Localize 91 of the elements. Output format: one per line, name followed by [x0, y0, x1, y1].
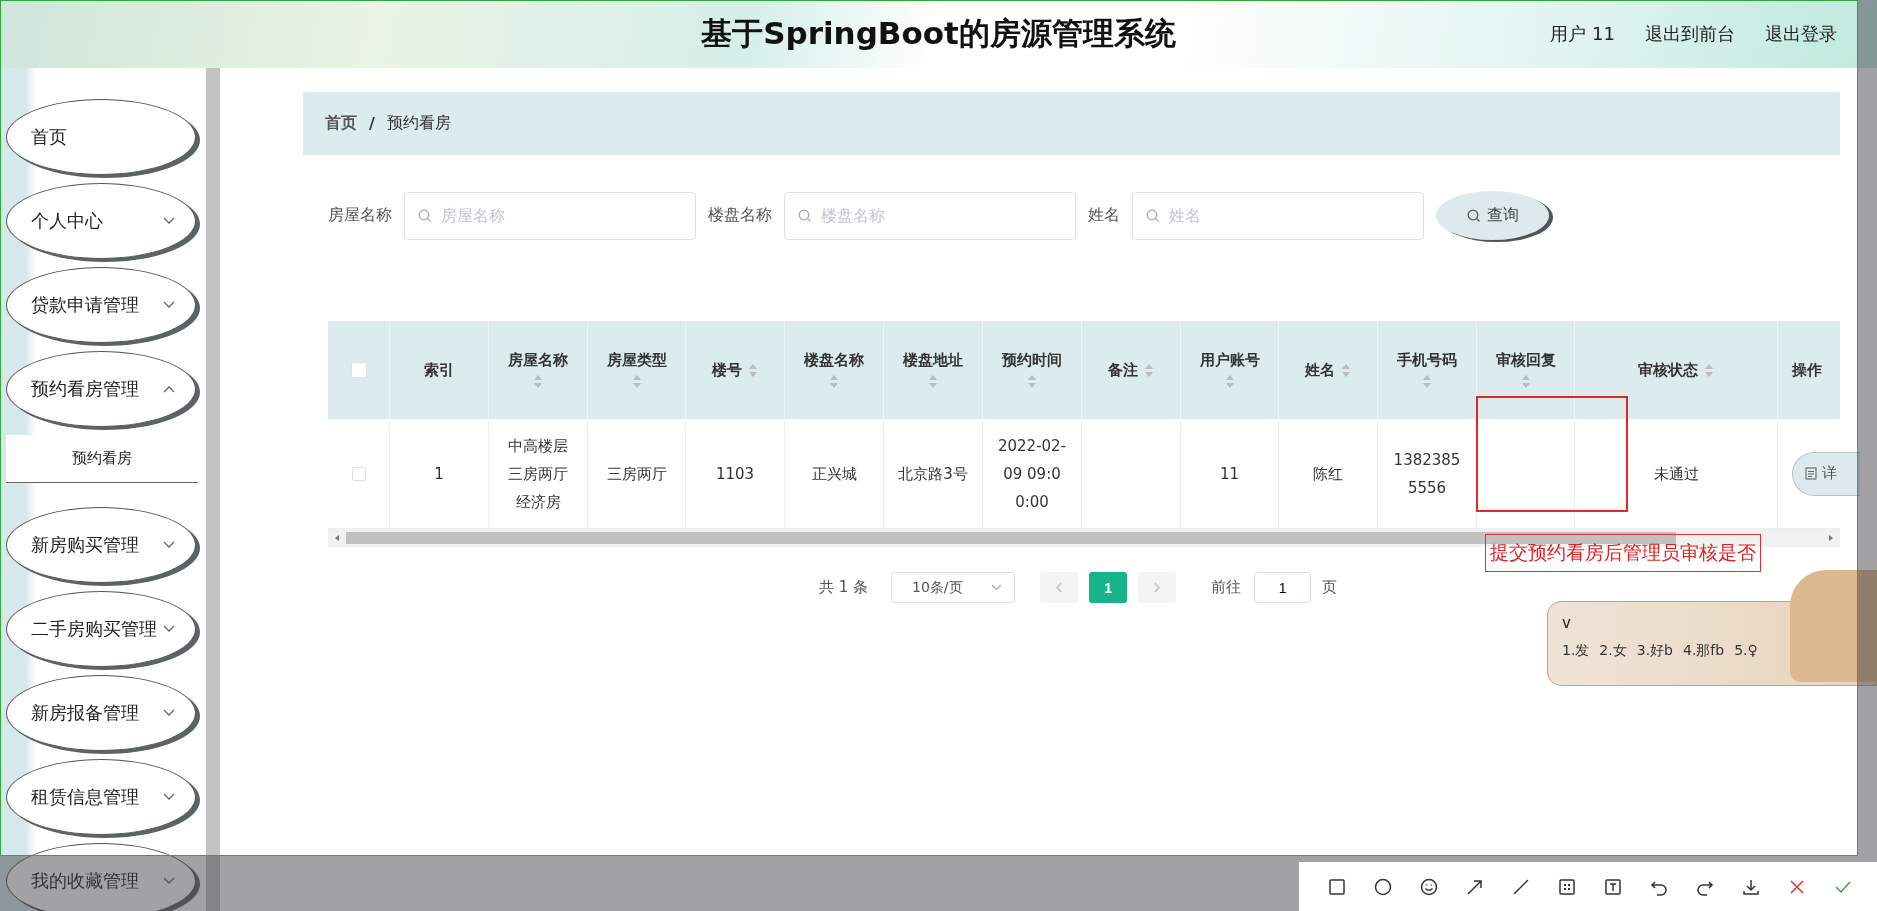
field-label: 姓名 — [1088, 205, 1120, 226]
column-header[interactable]: 手机号码 — [1397, 351, 1457, 370]
column-header[interactable]: 用户账号 — [1199, 351, 1260, 370]
ime-candidate[interactable]: 5.♀ — [1734, 642, 1758, 660]
submenu-item[interactable]: 预约看房 — [6, 435, 198, 483]
query-button[interactable]: 查询 — [1436, 191, 1549, 240]
search-icon — [1146, 208, 1160, 223]
table-cell-text: 11 — [1219, 463, 1240, 485]
circle-icon[interactable] — [1373, 876, 1393, 897]
page-unit-label: 页 — [1322, 578, 1338, 597]
column-header[interactable]: 备注 — [1108, 360, 1138, 380]
sort-icon[interactable] — [1027, 374, 1037, 389]
column-header: 操作 — [1792, 360, 1822, 380]
ime-candidate[interactable]: 3.好b — [1636, 642, 1673, 660]
text-icon[interactable] — [1603, 876, 1623, 897]
search-icon — [798, 208, 812, 223]
line-icon[interactable] — [1511, 876, 1531, 897]
sort-icon[interactable] — [829, 374, 839, 389]
header-link[interactable]: 用户 11 — [1550, 22, 1615, 46]
annotation-text: 提交预约看房后管理员审核是否 — [1485, 534, 1761, 572]
sort-icon[interactable] — [1422, 374, 1432, 389]
menu-item[interactable]: 新房报备管理 — [6, 675, 196, 751]
goto-page-field[interactable]: 1 — [1254, 572, 1312, 603]
sort-icon[interactable] — [533, 374, 543, 389]
ime-input-text: v — [1562, 614, 1572, 632]
table-cell-text: 未通过 — [1653, 463, 1699, 485]
column-header[interactable]: 姓名 — [1305, 360, 1335, 380]
sort-icon[interactable] — [1224, 374, 1235, 389]
table-cell-text: 北京路3号 — [898, 463, 968, 485]
table-cell-text: 13823855556 — [1392, 449, 1462, 499]
column-header[interactable]: 房屋名称 — [508, 351, 568, 370]
site-title: 基于SpringBoot的房源管理系统 — [701, 14, 1176, 53]
column-header[interactable]: 楼盘地址 — [903, 351, 963, 370]
field-label: 楼盘名称 — [708, 205, 772, 226]
column-header[interactable]: 预约时间 — [1002, 351, 1062, 370]
header-link[interactable]: 退出登录 — [1765, 22, 1837, 46]
table-cell-text: 三房两厅 — [606, 463, 667, 485]
column-header[interactable]: 房屋类型 — [606, 351, 667, 370]
sidebar-scrollbar[interactable] — [206, 68, 220, 911]
sort-icon[interactable] — [748, 362, 758, 378]
menu-item[interactable]: 二手房购买管理 — [6, 591, 196, 667]
search-field[interactable]: 房屋名称 — [404, 191, 696, 240]
smiley-icon[interactable] — [1419, 876, 1439, 897]
field-label: 房屋名称 — [328, 205, 392, 226]
menu-item[interactable]: 首页 — [6, 99, 196, 175]
column-header[interactable]: 楼盘名称 — [804, 351, 864, 370]
ime-candidate[interactable]: 2.女 — [1599, 642, 1627, 660]
search-field[interactable]: 姓名 — [1132, 191, 1424, 240]
table-cell-text: 1103 — [715, 463, 755, 485]
search-icon — [418, 208, 432, 223]
column-header[interactable]: 楼号 — [712, 360, 742, 380]
breadcrumb-item: 预约看房 — [386, 113, 451, 134]
menu-item[interactable]: 预约看房管理 — [6, 351, 196, 427]
sort-icon[interactable] — [1144, 362, 1154, 378]
menu-item[interactable]: 个人中心 — [6, 183, 196, 259]
chevron-icon — [991, 584, 1003, 591]
menu-item[interactable]: 贷款申请管理 — [6, 267, 196, 343]
table-cell-text: 陈红 — [1313, 463, 1343, 485]
document-icon — [1805, 467, 1817, 480]
row-checkbox[interactable] — [351, 466, 366, 481]
ime-candidate[interactable]: 4.那fb — [1682, 642, 1725, 660]
page-size-select[interactable]: 10条/页 — [891, 572, 1016, 603]
breadcrumb-separator: / — [369, 114, 375, 133]
column-header: 索引 — [424, 360, 454, 380]
ime-candidate[interactable]: 1.发 — [1562, 642, 1590, 660]
mosaic-icon[interactable] — [1557, 876, 1577, 897]
menu-item[interactable]: 我的收藏管理 — [6, 843, 196, 911]
table-cell-text: 1 — [434, 463, 444, 485]
next-page-icon[interactable] — [1138, 572, 1177, 603]
sort-icon[interactable] — [1520, 374, 1531, 389]
search-field[interactable]: 楼盘名称 — [784, 191, 1076, 240]
breadcrumb-item[interactable]: 首页 — [325, 113, 357, 134]
sort-icon[interactable] — [1704, 362, 1714, 378]
table-cell-text: 2022-02-09 09:00:00 — [997, 435, 1067, 513]
detail-button[interactable]: 详 — [1792, 451, 1860, 496]
search-icon — [1466, 208, 1481, 223]
sort-icon[interactable] — [631, 374, 642, 389]
previous-page-icon[interactable] — [1040, 572, 1079, 603]
header-link[interactable]: 退出到前台 — [1645, 22, 1735, 46]
column-header[interactable]: 审核状态 — [1638, 360, 1698, 380]
table-cell-text: 中高楼层三房两厅经济房 — [507, 435, 569, 513]
column-header[interactable]: 审核回复 — [1495, 351, 1556, 370]
menu-item[interactable]: 租赁信息管理 — [6, 759, 196, 835]
sort-icon[interactable] — [1341, 362, 1351, 378]
sort-icon[interactable] — [928, 374, 938, 389]
total-count: 共 1 条 — [818, 578, 869, 597]
table-cell-text: 正兴城 — [811, 463, 857, 485]
select-all-checkbox[interactable] — [350, 362, 367, 378]
menu-item[interactable]: 新房购买管理 — [6, 507, 196, 583]
goto-label: 前往 — [1211, 578, 1242, 597]
rectangle-icon[interactable] — [1327, 876, 1347, 897]
